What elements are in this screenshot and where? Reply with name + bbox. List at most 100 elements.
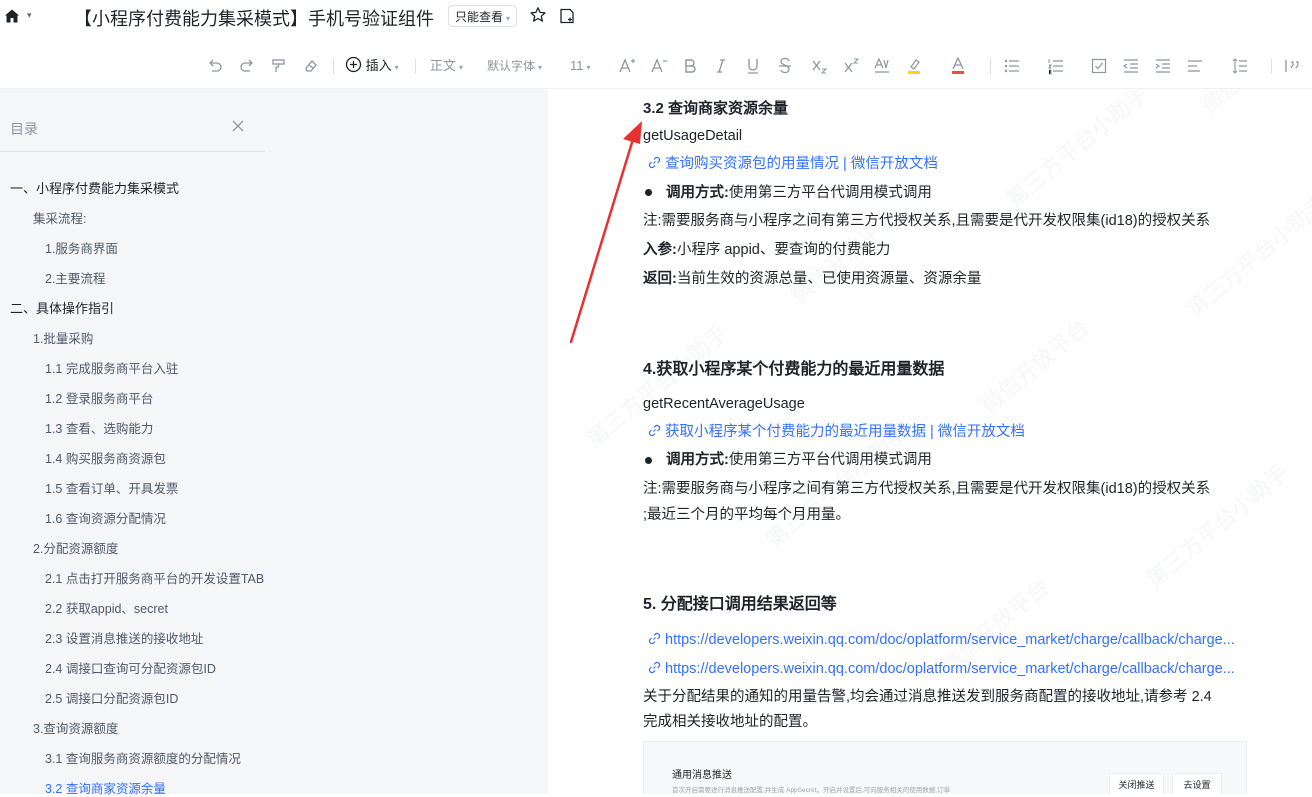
home-menu-caret[interactable]: ▾ <box>27 10 32 21</box>
toc-item[interactable]: 1.5 查看订单、开具发票 <box>45 481 178 497</box>
toc-item[interactable]: 1.6 查询资源分配情况 <box>45 511 166 527</box>
toc-item[interactable]: 3.2 查询商家资源余量 <box>45 781 166 797</box>
toc-item[interactable]: 一、小程序付费能力集采模式 <box>10 181 179 197</box>
toolbar-divider <box>333 58 334 74</box>
toc-item[interactable]: 2.2 获取appid、secret <box>45 601 168 617</box>
permission-label: 只能查看 <box>455 10 504 24</box>
insert-label: 插入 <box>365 58 392 73</box>
toc-item[interactable]: 2.分配资源额度 <box>33 541 118 557</box>
font-size-dropdown[interactable]: 11 ▾ <box>570 56 591 76</box>
call-method-text: 使用第三方平台代调用模式调用 <box>728 452 932 468</box>
call-method: 调用方式:使用第三方平台代调用模式调用 <box>666 450 932 470</box>
call-method: 调用方式:使用第三方平台代调用模式调用 <box>666 183 932 203</box>
redo-icon[interactable] <box>238 56 256 76</box>
chevron-down-icon: ▾ <box>459 63 464 72</box>
watermark-text: 微信开放平台 <box>973 310 1095 419</box>
toc-item[interactable]: 2.3 设置消息推送的接收地址 <box>45 631 203 647</box>
api-name: getUsageDetail <box>643 128 743 144</box>
italic-icon[interactable] <box>713 56 729 76</box>
format-painter-icon[interactable] <box>270 56 288 76</box>
url-link-text: https://developers.weixin.qq.com/doc/opl… <box>665 661 1235 677</box>
thumbnail-description: 首次开启需要进行消息推送配置,并生成 AppSecret。开启并设置后,可向服务… <box>672 787 951 794</box>
subscript-icon[interactable] <box>810 56 828 76</box>
link-icon <box>648 156 661 169</box>
font-color-icon[interactable] <box>950 56 966 76</box>
doc-link[interactable]: 获取小程序某个付费能力的最近用量数据 | 微信开放文档 <box>648 422 1025 442</box>
api-name: getRecentAverageUsage <box>643 396 805 412</box>
toc-item[interactable]: 二、具体操作指引 <box>10 301 114 317</box>
paragraph: 完成相关接收地址的配置。 <box>643 714 817 730</box>
bullet-list-icon[interactable] <box>1003 56 1021 76</box>
toc-header: 目录 <box>10 121 38 137</box>
note-text-continued: ;最近三个月的平均每个月用量。 <box>643 507 851 523</box>
toc-item[interactable]: 2.5 调接口分配资源包ID <box>45 691 178 707</box>
increase-font-icon[interactable] <box>618 56 636 76</box>
toc-item[interactable]: 3.查询资源额度 <box>33 721 118 737</box>
url-link[interactable]: https://developers.weixin.qq.com/doc/opl… <box>648 659 1235 679</box>
link-icon <box>648 632 661 645</box>
title-bar: ▾ 【小程序付费能力集采模式】手机号验证组件 只能查看 ▾ <box>0 0 1312 36</box>
font-label: 默认字体 <box>487 59 536 73</box>
watermark-text: 第三方平台小助手 <box>1138 456 1293 594</box>
font-dropdown[interactable]: 默认字体 ▾ <box>487 56 542 76</box>
url-link[interactable]: https://developers.weixin.qq.com/doc/opl… <box>648 630 1235 650</box>
decrease-font-icon[interactable] <box>650 56 668 76</box>
undo-icon[interactable] <box>206 56 224 76</box>
chevron-down-icon: ▾ <box>394 63 399 72</box>
highlight-icon[interactable] <box>906 56 922 76</box>
quote-icon[interactable] <box>1284 56 1302 76</box>
params-label: 入参: <box>643 242 677 258</box>
line-spacing-icon[interactable] <box>1231 56 1249 76</box>
indent-icon[interactable] <box>1154 56 1172 76</box>
plus-circle-icon <box>345 56 362 73</box>
call-method-label: 调用方式: <box>666 452 729 468</box>
checklist-icon[interactable] <box>1090 56 1108 76</box>
outdent-icon[interactable] <box>1122 56 1140 76</box>
doc-link[interactable]: 查询购买资源包的用量情况 | 微信开放文档 <box>648 154 938 174</box>
toc-item[interactable]: 1.2 登录服务商平台 <box>45 391 153 407</box>
thumbnail-title: 通用消息推送 <box>672 770 732 781</box>
doc-link-text: 获取小程序某个付费能力的最近用量数据 | 微信开放文档 <box>665 424 1025 440</box>
permission-dropdown[interactable]: 只能查看 ▾ <box>448 5 518 27</box>
toc-item[interactable]: 1.1 完成服务商平台入驻 <box>45 361 178 377</box>
chevron-down-icon: ▾ <box>506 14 511 23</box>
document-title: 【小程序付费能力集采模式】手机号验证组件 <box>74 9 434 29</box>
embedded-screenshot[interactable]: 通用消息推送 首次开启需要进行消息推送配置,并生成 AppSecret。开启并设… <box>643 741 1247 794</box>
numbered-list-icon[interactable] <box>1047 56 1065 76</box>
return-label: 返回: <box>643 271 677 287</box>
clear-format-icon[interactable] <box>302 56 320 76</box>
star-icon[interactable] <box>529 6 547 24</box>
watermark-text: 第三方平台小助手 <box>1178 186 1312 324</box>
toc-item[interactable]: 2.主要流程 <box>45 271 105 287</box>
chevron-down-icon: ▾ <box>586 63 591 72</box>
toc-item[interactable]: 1.3 查看、选购能力 <box>45 421 153 437</box>
strikethrough-icon[interactable] <box>777 56 793 76</box>
toc-item[interactable]: 集采流程: <box>33 211 86 227</box>
doc-link-text: 查询购买资源包的用量情况 | 微信开放文档 <box>665 156 938 172</box>
font-size-label: 11 <box>570 58 584 73</box>
text-style-dropdown[interactable]: 正文 ▾ <box>430 56 463 76</box>
add-note-icon[interactable] <box>558 7 576 25</box>
bold-icon[interactable] <box>682 56 698 76</box>
toc-item[interactable]: 2.4 调接口查询可分配资源包ID <box>45 661 216 677</box>
toc-item[interactable]: 3.1 查询服务商资源额度的分配情况 <box>45 751 241 767</box>
toc-item[interactable]: 2.1 点击打开服务商平台的开发设置TAB <box>45 571 264 587</box>
text-spacing-icon[interactable] <box>873 56 891 76</box>
underline-icon[interactable] <box>745 56 761 76</box>
bullet <box>645 457 652 464</box>
watermark-text: 第三方平台小助手 <box>998 89 1153 214</box>
align-icon[interactable] <box>1186 56 1204 76</box>
insert-button[interactable]: 插入 ▾ <box>345 56 399 76</box>
home-icon[interactable] <box>4 8 20 24</box>
close-icon[interactable] <box>232 120 244 132</box>
editor-toolbar: 插入 ▾ 正文 ▾ 默认字体 ▾ 11 ▾ <box>0 44 1312 89</box>
text-style-label: 正文 <box>430 58 457 73</box>
toc-item[interactable]: 1.服务商界面 <box>45 241 118 257</box>
call-method-label: 调用方式: <box>666 185 729 201</box>
toc-item[interactable]: 1.批量采购 <box>33 331 93 347</box>
url-link-text: https://developers.weixin.qq.com/doc/opl… <box>665 632 1235 648</box>
toolbar-divider <box>990 58 991 74</box>
link-icon <box>648 424 661 437</box>
superscript-icon[interactable] <box>842 56 860 76</box>
toc-item[interactable]: 1.4 购买服务商资源包 <box>45 451 166 467</box>
